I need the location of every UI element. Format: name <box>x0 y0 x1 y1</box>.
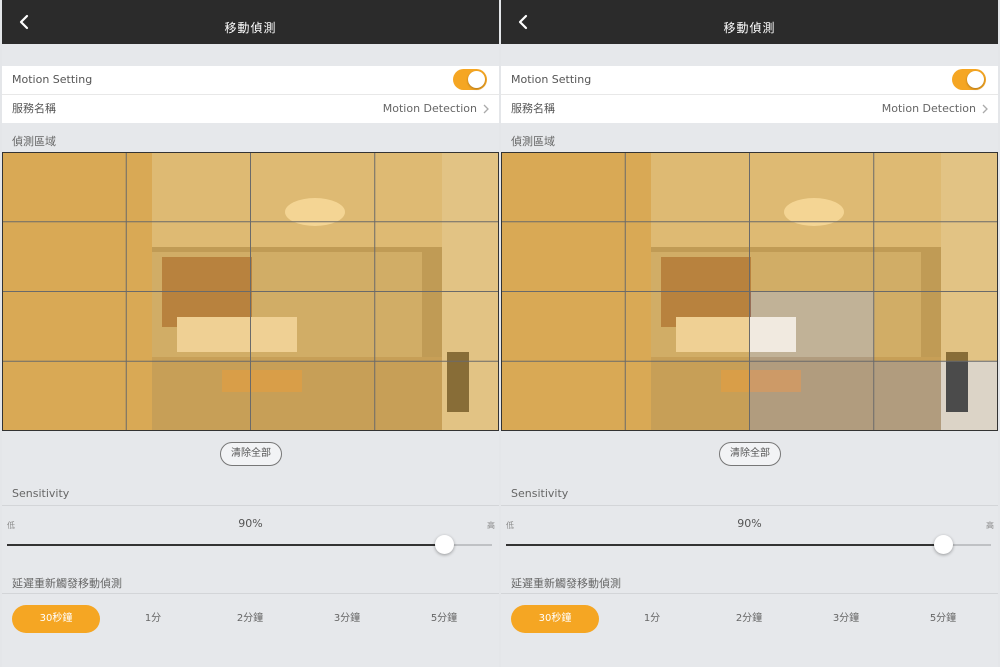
retrigger-delay-label: 延遲重新觸發移動偵測 <box>12 577 122 590</box>
divider <box>2 505 499 506</box>
grid-cell[interactable] <box>749 361 874 431</box>
sensitivity-slider[interactable] <box>7 544 492 546</box>
phone-screen-left: 移動偵測 Motion Setting 服務名稱 Motion Detectio… <box>2 0 499 667</box>
sensitivity-high-label: 高 <box>487 521 495 530</box>
grid-cell[interactable] <box>501 361 626 431</box>
toggle-knob <box>967 71 984 88</box>
retrigger-options: 30秒鐘 1分 2分鐘 3分鐘 5分鐘 <box>511 605 991 633</box>
grid-cell[interactable] <box>501 291 626 362</box>
service-name-row[interactable]: 服務名稱 Motion Detection <box>501 95 998 123</box>
retrigger-option-30s[interactable]: 30秒鐘 <box>12 605 100 633</box>
detection-area-grid[interactable] <box>501 152 998 431</box>
grid-cell[interactable] <box>625 291 750 362</box>
motion-setting-toggle[interactable] <box>952 69 986 90</box>
grid-cell[interactable] <box>873 291 998 362</box>
service-name-value: Motion Detection <box>382 102 477 115</box>
clear-all-button[interactable]: 清除全部 <box>220 442 282 466</box>
grid-cell[interactable] <box>501 221 626 292</box>
grid-cell[interactable] <box>126 221 251 292</box>
grid-cell[interactable] <box>749 291 874 362</box>
grid-cell[interactable] <box>2 361 127 431</box>
page-title: 移動偵測 <box>224 21 277 35</box>
grid-cell[interactable] <box>126 361 251 431</box>
retrigger-option-30s[interactable]: 30秒鐘 <box>511 605 599 633</box>
grid-cell[interactable] <box>250 152 375 222</box>
grid-cell[interactable] <box>374 361 499 431</box>
grid-cell[interactable] <box>749 152 874 222</box>
sensitivity-label: Sensitivity <box>511 487 569 500</box>
sensitivity-slider-thumb[interactable] <box>434 535 454 554</box>
grid-cell[interactable] <box>374 152 499 222</box>
page-title: 移動偵測 <box>723 21 776 35</box>
grid-cell[interactable] <box>2 152 127 222</box>
navigation-bar: 移動偵測 <box>501 0 998 44</box>
grid-cell[interactable] <box>873 152 998 222</box>
grid-cell[interactable] <box>625 152 750 222</box>
grid-cell[interactable] <box>250 221 375 292</box>
phone-screen-right: 移動偵測 Motion Setting 服務名稱 Motion Detectio… <box>501 0 998 667</box>
grid-cell[interactable] <box>126 291 251 362</box>
grid-cell[interactable] <box>625 221 750 292</box>
navigation-bar: 移動偵測 <box>2 0 499 44</box>
retrigger-option-3min[interactable]: 3分鐘 <box>303 605 391 633</box>
sensitivity-value: 90% <box>737 517 762 530</box>
detection-area-grid[interactable] <box>2 152 499 431</box>
service-name-value: Motion Detection <box>881 102 976 115</box>
grid-cell[interactable] <box>2 221 127 292</box>
retrigger-option-2min[interactable]: 2分鐘 <box>705 605 793 633</box>
grid-cell[interactable] <box>250 291 375 362</box>
sensitivity-slider-thumb[interactable] <box>933 535 953 554</box>
grid-cell[interactable] <box>873 361 998 431</box>
grid-cell[interactable] <box>501 152 626 222</box>
divider <box>501 593 998 594</box>
slider-fill <box>7 544 444 546</box>
grid-cell[interactable] <box>2 291 127 362</box>
sensitivity-value: 90% <box>238 517 263 530</box>
grid-cell[interactable] <box>126 152 251 222</box>
camera-preview <box>501 152 998 431</box>
service-name-row[interactable]: 服務名稱 Motion Detection <box>2 95 499 123</box>
motion-setting-label: Motion Setting <box>511 73 592 86</box>
service-name-label: 服務名稱 <box>511 102 555 115</box>
motion-setting-row: Motion Setting <box>501 66 998 95</box>
grid-cell[interactable] <box>625 361 750 431</box>
grid-cell[interactable] <box>374 221 499 292</box>
divider <box>501 505 998 506</box>
grid-cell[interactable] <box>749 221 874 292</box>
detection-area-label: 偵測區域 <box>511 135 555 148</box>
camera-preview <box>2 152 499 431</box>
retrigger-options: 30秒鐘 1分 2分鐘 3分鐘 5分鐘 <box>12 605 492 633</box>
chevron-right-icon <box>982 104 988 114</box>
clear-all-button[interactable]: 清除全部 <box>719 442 781 466</box>
retrigger-delay-label: 延遲重新觸發移動偵測 <box>511 577 621 590</box>
motion-setting-row: Motion Setting <box>2 66 499 95</box>
grid-cell[interactable] <box>374 291 499 362</box>
chevron-right-icon <box>483 104 489 114</box>
toggle-knob <box>468 71 485 88</box>
retrigger-option-1min[interactable]: 1分 <box>109 605 197 633</box>
sensitivity-high-label: 高 <box>986 521 994 530</box>
grid-cell[interactable] <box>250 361 375 431</box>
retrigger-option-2min[interactable]: 2分鐘 <box>206 605 294 633</box>
sensitivity-slider[interactable] <box>506 544 991 546</box>
motion-setting-toggle[interactable] <box>453 69 487 90</box>
retrigger-option-5min[interactable]: 5分鐘 <box>899 605 987 633</box>
detection-area-label: 偵測區域 <box>12 135 56 148</box>
retrigger-option-3min[interactable]: 3分鐘 <box>802 605 890 633</box>
service-name-label: 服務名稱 <box>12 102 56 115</box>
divider <box>2 593 499 594</box>
motion-setting-label: Motion Setting <box>12 73 93 86</box>
retrigger-option-5min[interactable]: 5分鐘 <box>400 605 488 633</box>
sensitivity-label: Sensitivity <box>12 487 70 500</box>
retrigger-option-1min[interactable]: 1分 <box>608 605 696 633</box>
grid-cell[interactable] <box>873 221 998 292</box>
slider-fill <box>506 544 943 546</box>
